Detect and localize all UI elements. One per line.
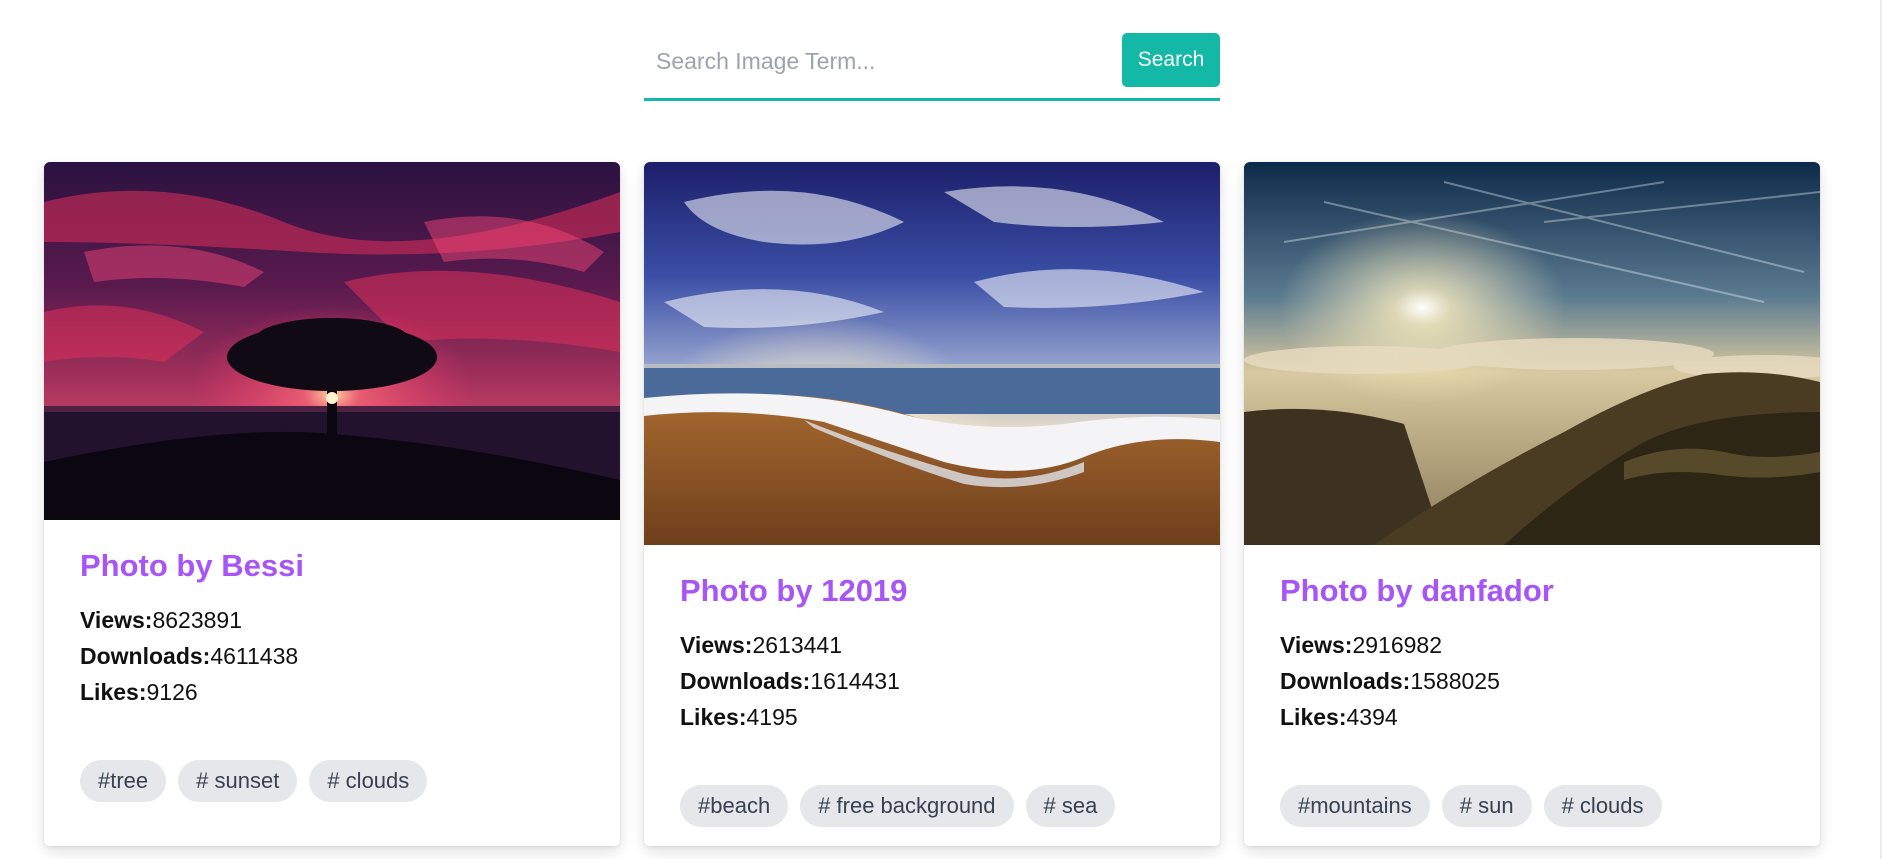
views-stat: Views:2916982 [1280,632,1442,658]
photo-mountains[interactable] [1244,162,1820,545]
tag-list: #tree # sunset # clouds [80,760,584,802]
search-input[interactable] [644,33,1114,89]
tag-chip[interactable]: # sea [1025,785,1116,827]
downloads-stat: Downloads:1588025 [1280,668,1500,694]
likes-stat: Likes:9126 [80,679,198,705]
tag-chip[interactable]: # sun [1441,785,1532,827]
tag-chip[interactable]: #tree [80,760,167,802]
tag-chip[interactable]: # clouds [1543,785,1662,827]
likes-stat: Likes:4195 [680,704,798,730]
tag-chip[interactable]: # free background [800,785,1014,827]
photo-tree-sunset[interactable] [44,162,620,520]
search-button[interactable]: Search [1122,33,1220,87]
tag-chip[interactable]: # clouds [309,760,428,802]
photo-beach[interactable] [644,162,1220,545]
tag-chip[interactable]: #mountains [1280,785,1430,827]
tag-chip[interactable]: # sunset [178,760,298,802]
photo-stats: Views:2613441 Downloads:1614431 Likes:41… [680,627,1184,735]
likes-stat: Likes:4394 [1280,704,1398,730]
image-card: Photo by danfador Views:2916982 Download… [1244,162,1820,846]
photo-title: Photo by danfador [1280,573,1554,608]
photo-stats: Views:8623891 Downloads:4611438 Likes:91… [80,602,584,710]
search-form: Search [644,33,1220,101]
downloads-stat: Downloads:1614431 [680,668,900,694]
photo-title: Photo by 12019 [680,573,908,608]
image-card: Photo by Bessi Views:8623891 Downloads:4… [44,162,620,846]
image-card: Photo by 12019 Views:2613441 Downloads:1… [644,162,1220,846]
tag-chip[interactable]: #beach [680,785,789,827]
photo-stats: Views:2916982 Downloads:1588025 Likes:43… [1280,627,1784,735]
tag-list: #beach # free background # sea [680,785,1184,827]
downloads-stat: Downloads:4611438 [80,643,299,669]
views-stat: Views:8623891 [80,607,242,633]
views-stat: Views:2613441 [680,632,842,658]
photo-title: Photo by Bessi [80,548,304,583]
tag-list: #mountains # sun # clouds [1280,785,1784,827]
